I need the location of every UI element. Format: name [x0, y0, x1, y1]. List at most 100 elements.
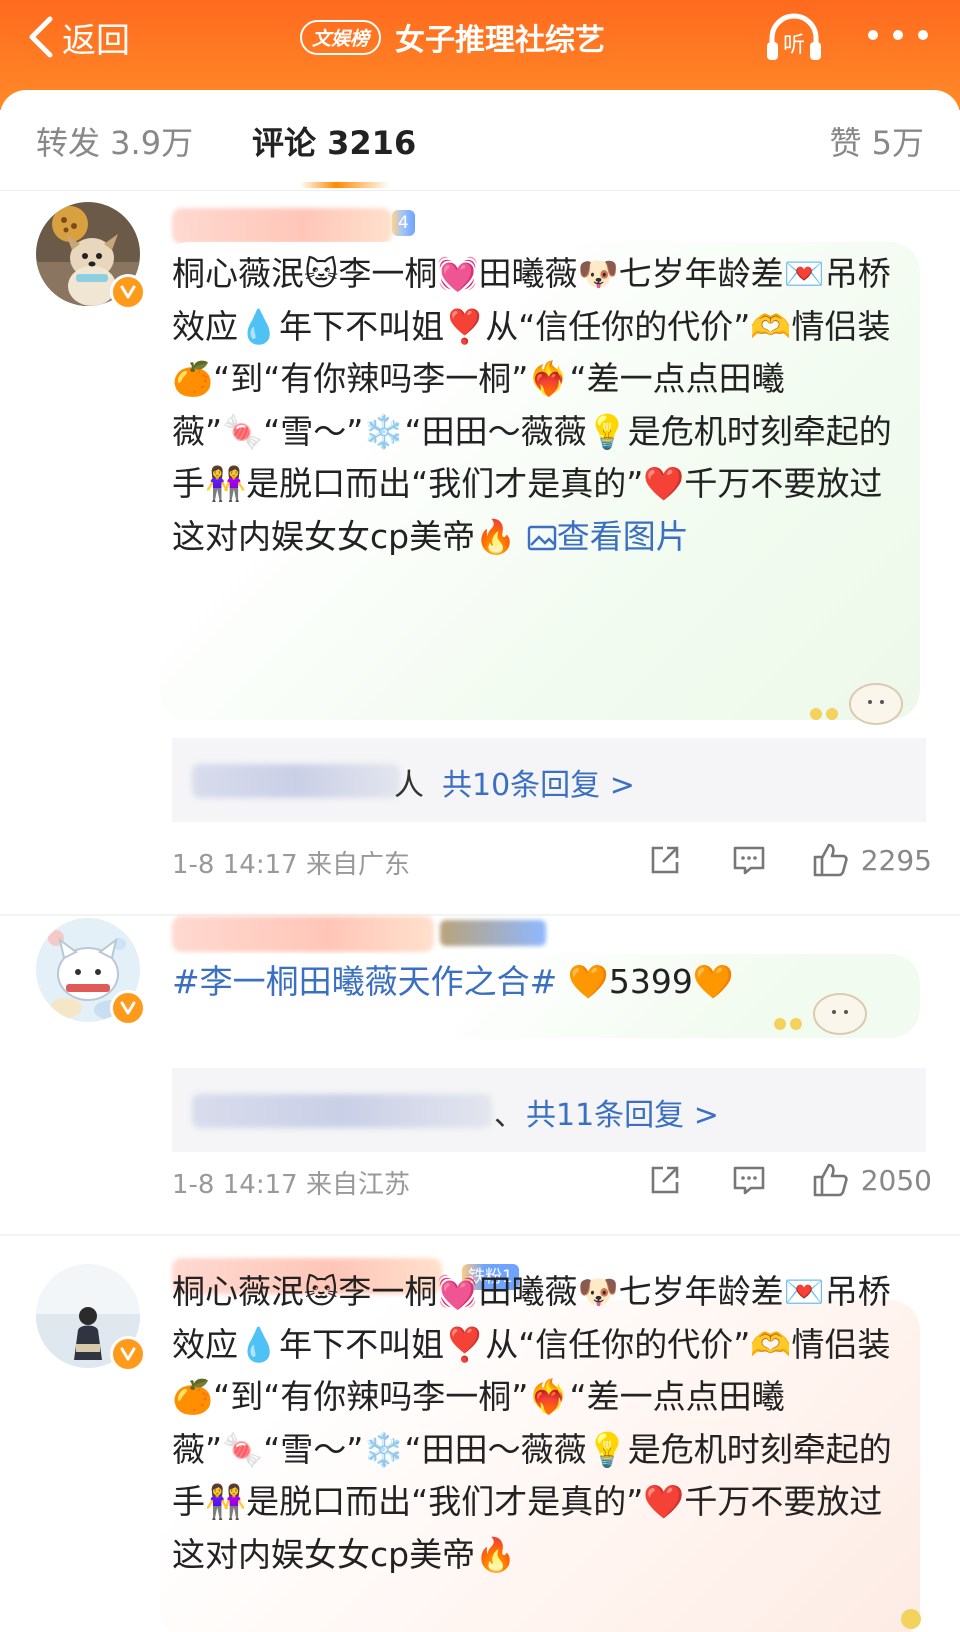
reply-suffix: 、 — [494, 1098, 524, 1133]
text-segment: “雪～” — [263, 411, 364, 451]
image-icon — [527, 525, 556, 550]
like-button[interactable]: 2050 — [811, 1161, 932, 1199]
light-bulb-emoji: 💡 — [586, 411, 628, 451]
comment-item: 铁粉1 桐心薇泯🐱李一桐💓田曦薇🐶七岁年龄差💌吊桥效应💧年下不叫姐❣️从“信任你… — [0, 1236, 960, 1632]
text-segment: 田曦薇 — [478, 1272, 578, 1311]
text-segment: 从“信任你的代价” — [485, 1324, 751, 1364]
comment-icon[interactable] — [731, 1162, 767, 1198]
listen-button[interactable]: 听 — [762, 8, 826, 68]
text-segment: “到“有你辣吗李一桐” — [213, 1377, 529, 1416]
light-bulb-emoji: 💡 — [586, 1429, 628, 1469]
text-segment: 李一桐 — [338, 254, 438, 293]
fire-emoji: 🔥 — [475, 516, 517, 556]
sheep-sticker-icon — [810, 683, 903, 725]
comment-sheet: 转发 3.9万 评论 3216 赞 5万 4 桐心薇泯🐱李一桐💓田曦薇🐶七岁年龄… — [0, 90, 960, 1632]
avatar[interactable] — [36, 918, 146, 1026]
text-segment: 情侣装 — [791, 1324, 891, 1364]
view-replies-link[interactable]: 共10条回复 > — [442, 760, 635, 804]
comment-location: 来自江苏 — [305, 1170, 410, 1200]
like-button[interactable]: 2295 — [811, 841, 932, 879]
like-count: 2050 — [860, 1163, 932, 1197]
red-heart-emoji: ❤️ — [643, 464, 685, 503]
hashtag-link[interactable]: #李一桐田曦薇天作之合# — [172, 962, 557, 1001]
text-segment: 七岁年龄差 — [618, 1272, 784, 1311]
like-count: 2295 — [860, 843, 932, 877]
view-image-label: 查看图片 — [556, 516, 689, 556]
thumbs-up-icon — [813, 1163, 848, 1197]
sheep-sticker-icon — [774, 993, 867, 1035]
share-icon[interactable] — [647, 842, 683, 878]
droplet-emoji: 💧 — [238, 1324, 280, 1364]
comment-time: 1-8 14:17 — [172, 1170, 298, 1200]
thumbs-up-icon — [813, 843, 848, 877]
red-heart-emoji: ❤️ — [643, 1482, 685, 1521]
text-segment: 年下不叫姐 — [279, 1324, 445, 1364]
page-title: 女子推理社综艺 — [395, 23, 606, 58]
candy-emoji: 🍬 — [222, 1429, 264, 1469]
tangerine-emoji: 🍊 — [172, 359, 214, 398]
view-image-link[interactable]: 查看图片 — [527, 517, 689, 556]
ranking-tag[interactable]: 文娱榜 — [300, 19, 382, 55]
two-women-emoji: 👭 — [205, 464, 247, 503]
love-letter-emoji: 💌 — [783, 1272, 825, 1311]
fire-emoji: 🔥 — [475, 1534, 517, 1574]
username-blurred[interactable] — [172, 208, 392, 244]
comment-time: 1-8 14:17 — [172, 850, 298, 880]
more-dot — [918, 30, 928, 40]
tab-bar: 转发 3.9万 评论 3216 赞 5万 — [0, 90, 960, 191]
reply-preview[interactable]: 、 共11条回复 > — [172, 1068, 926, 1152]
back-label: 返回 — [62, 20, 130, 61]
text-segment: “田田～薇薇 — [404, 411, 587, 451]
text-segment: 李一桐 — [338, 1272, 438, 1311]
title-area: 文娱榜 女子推理社综艺 — [300, 14, 605, 60]
fan-level-badge — [440, 920, 546, 946]
reply-suffix: 人 — [394, 768, 424, 803]
more-button[interactable] — [868, 20, 928, 50]
listen-label: 听 — [783, 33, 805, 58]
fan-level-badge: 4 — [392, 210, 415, 236]
verified-badge-icon — [110, 274, 146, 310]
droplet-emoji: 💧 — [238, 306, 280, 346]
comment-item: #李一桐田曦薇天作之合# 🧡5399🧡 、 共11条回复 > 1-8 14:17… — [0, 916, 960, 1236]
heart-exclamation-emoji: ❣️ — [444, 306, 486, 346]
text-segment: 情侣装 — [791, 306, 891, 346]
tab-like[interactable]: 赞 5万 — [829, 118, 924, 164]
tab-repost[interactable]: 转发 3.9万 — [36, 118, 193, 164]
comment-meta: 1-8 14:17 来自江苏 — [172, 1164, 410, 1201]
comment-text: 桐心薇泯🐱李一桐💓田曦薇🐶七岁年龄差💌吊桥效应💧年下不叫姐❣️从“信任你的代价”… — [172, 1266, 912, 1581]
heart-hands-emoji: 🫶 — [750, 1324, 792, 1364]
avatar[interactable] — [36, 1264, 146, 1372]
headphones-icon: 听 — [767, 13, 821, 60]
love-letter-emoji: 💌 — [783, 254, 825, 293]
text-segment: 是脱口而出“我们才是真的” — [246, 1482, 644, 1521]
dog-emoji: 🐶 — [577, 254, 619, 293]
text-segment: 田曦薇 — [478, 254, 578, 293]
comment-text: 桐心薇泯🐱李一桐💓田曦薇🐶七岁年龄差💌吊桥效应💧年下不叫姐❣️从“信任你的代价”… — [172, 248, 912, 563]
reply-preview[interactable]: 人 共10条回复 > — [172, 738, 926, 822]
tangerine-emoji: 🍊 — [172, 1377, 214, 1416]
orange-heart-emoji: 🧡 — [567, 962, 609, 1001]
dog-emoji: 🐶 — [577, 1272, 619, 1311]
active-tab-indicator — [300, 182, 390, 188]
heart-on-fire-emoji: ❤️‍🔥 — [528, 1377, 570, 1416]
orange-heart-emoji: 🧡 — [692, 962, 734, 1001]
heart-emoji: 💓 — [437, 254, 479, 293]
cat-emoji: 🐱 — [304, 254, 339, 293]
comment-icon[interactable] — [731, 842, 767, 878]
back-button[interactable]: 返回 — [26, 12, 130, 62]
reply-names-blurred — [192, 764, 400, 798]
text-segment: 是脱口而出“我们才是真的” — [246, 464, 644, 503]
username-blurred[interactable] — [172, 916, 434, 952]
cat-emoji: 🐱 — [304, 1272, 339, 1311]
reply-names-blurred — [192, 1094, 492, 1128]
text-segment: 年下不叫姐 — [279, 306, 445, 346]
share-icon[interactable] — [647, 1162, 683, 1198]
comment-item: 4 桐心薇泯🐱李一桐💓田曦薇🐶七岁年龄差💌吊桥效应💧年下不叫姐❣️从“信任你的代… — [0, 198, 960, 916]
view-replies-link[interactable]: 共11条回复 > — [526, 1090, 719, 1134]
candy-emoji: 🍬 — [222, 411, 264, 451]
more-dot — [868, 30, 878, 40]
avatar[interactable] — [36, 202, 146, 310]
snowflake-emoji: ❄️ — [363, 1429, 405, 1469]
tab-comment[interactable]: 评论 3216 — [252, 118, 416, 164]
text-segment: 桐心薇泯 — [172, 254, 304, 293]
